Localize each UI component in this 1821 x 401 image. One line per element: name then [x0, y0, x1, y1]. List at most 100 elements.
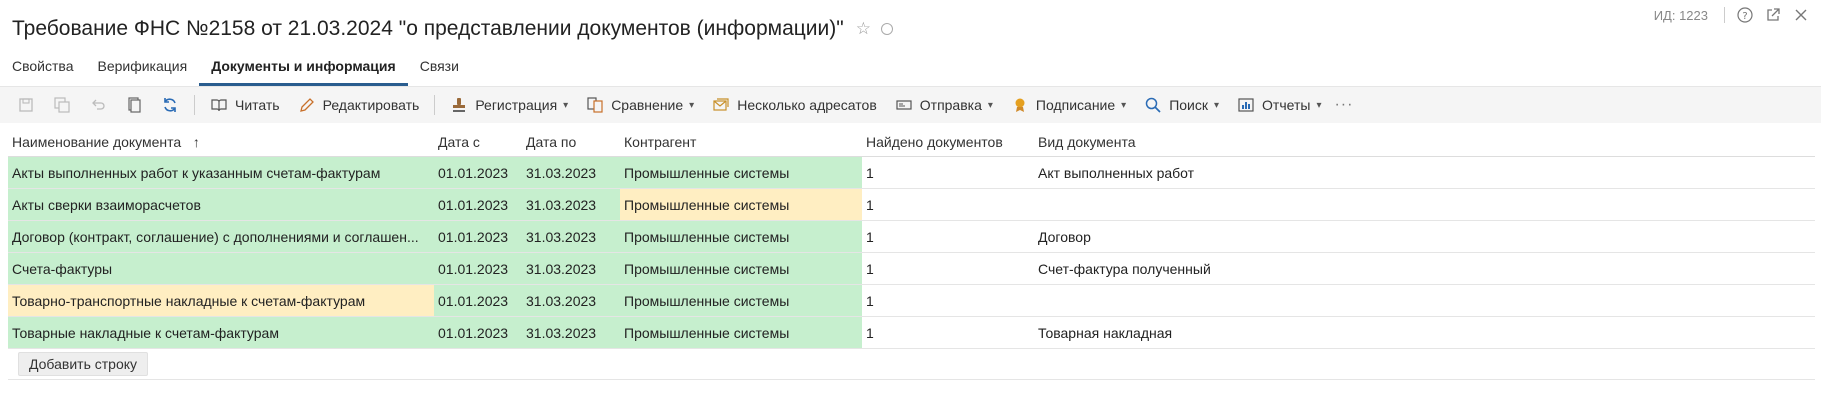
compare-dropdown[interactable]: Сравнение ▾ [577, 90, 703, 120]
cell-date-from[interactable]: 01.01.2023 [434, 253, 522, 284]
chevron-down-icon: ▾ [1316, 99, 1322, 111]
cell-name[interactable]: Товарные накладные к счетам-фактурам [8, 317, 434, 348]
cell-found[interactable]: 1 [862, 157, 1034, 188]
reports-dropdown[interactable]: Отчеты ▾ [1228, 90, 1330, 120]
cell-doc-type[interactable]: Счет-фактура полученный [1034, 253, 1815, 284]
table-row[interactable]: Акты сверки взаиморасчетов 01.01.2023 31… [8, 189, 1815, 221]
column-header-date-to[interactable]: Дата по [522, 134, 620, 150]
cell-name[interactable]: Товарно-транспортные накладные к счетам-… [8, 285, 434, 316]
cell-doc-type[interactable] [1034, 189, 1815, 220]
table-row[interactable]: Счета-фактуры 01.01.2023 31.03.2023 Пром… [8, 253, 1815, 285]
chart-icon [1238, 98, 1254, 112]
toolbar: Читать Редактировать Регистрация ▾ Сравн… [0, 87, 1821, 123]
save-icon[interactable] [8, 90, 44, 120]
multiple-addressees-button[interactable]: Несколько адресатов [703, 90, 886, 120]
tab-documents[interactable]: Документы и информация [199, 56, 408, 86]
cell-date-to[interactable]: 31.03.2023 [522, 285, 620, 316]
tab-links[interactable]: Связи [408, 56, 471, 86]
chevron-down-icon: ▾ [987, 99, 993, 111]
cell-date-from[interactable]: 01.01.2023 [434, 221, 522, 252]
copy-icon[interactable] [116, 90, 152, 120]
cell-date-to[interactable]: 31.03.2023 [522, 157, 620, 188]
cell-date-from[interactable]: 01.01.2023 [434, 317, 522, 348]
compare-label: Сравнение [611, 97, 684, 113]
cell-found[interactable]: 1 [862, 189, 1034, 220]
cell-found[interactable]: 1 [862, 285, 1034, 316]
cell-found[interactable]: 1 [862, 221, 1034, 252]
cell-date-to[interactable]: 31.03.2023 [522, 221, 620, 252]
cell-found[interactable]: 1 [862, 317, 1034, 348]
undo-icon[interactable] [80, 90, 116, 120]
cell-counterparty[interactable]: Промышленные системы [620, 253, 862, 284]
cell-name[interactable]: Акты выполненных работ к указанным счета… [8, 157, 434, 188]
cell-found[interactable]: 1 [862, 253, 1034, 284]
chevron-down-icon: ▾ [563, 99, 569, 111]
cell-date-from[interactable]: 01.01.2023 [434, 157, 522, 188]
cell-counterparty[interactable]: Промышленные системы [620, 157, 862, 188]
cell-name[interactable]: Акты сверки взаиморасчетов [8, 189, 434, 220]
tab-verification[interactable]: Верификация [85, 56, 199, 86]
medal-icon [1015, 98, 1025, 112]
divider [1724, 7, 1725, 23]
send-icon [896, 100, 912, 110]
cell-doc-type[interactable] [1034, 285, 1815, 316]
header-actions: ИД: 1223 ? [1654, 4, 1821, 26]
svg-text:?: ? [1742, 11, 1747, 22]
table-row[interactable]: Товарно-транспортные накладные к счетам-… [8, 285, 1815, 317]
page-title: Требование ФНС №2158 от 21.03.2024 "о пр… [12, 17, 844, 40]
cell-counterparty[interactable]: Промышленные системы [620, 189, 862, 220]
close-icon[interactable] [1793, 7, 1809, 23]
chevron-down-icon: ▾ [1214, 99, 1220, 111]
tab-properties[interactable]: Свойства [0, 56, 85, 86]
read-button[interactable]: Читать [201, 90, 289, 120]
cell-date-to[interactable]: 31.03.2023 [522, 189, 620, 220]
stamp-icon [453, 98, 466, 112]
column-header-name[interactable]: Наименование документа ↑ [8, 134, 434, 150]
cell-date-from[interactable]: 01.01.2023 [434, 285, 522, 316]
refresh-icon[interactable] [152, 90, 188, 120]
search-dropdown[interactable]: Поиск ▾ [1135, 90, 1228, 120]
registration-dropdown[interactable]: Регистрация ▾ [441, 90, 577, 120]
cell-counterparty[interactable]: Промышленные системы [620, 317, 862, 348]
edit-button[interactable]: Редактировать [289, 90, 429, 120]
chevron-down-icon: ▾ [1121, 99, 1127, 111]
sign-label: Подписание [1035, 97, 1116, 113]
table-row[interactable]: Акты выполненных работ к указанным счета… [8, 157, 1815, 189]
cell-name[interactable]: Счета-фактуры [8, 253, 434, 284]
cell-doc-type[interactable]: Договор [1034, 221, 1815, 252]
pencil-icon [299, 98, 314, 112]
star-icon[interactable]: ☆ [856, 19, 871, 39]
cell-name[interactable]: Договор (контракт, соглашение) с дополне… [8, 221, 434, 252]
cell-date-to[interactable]: 31.03.2023 [522, 253, 620, 284]
table-footer-divider [8, 379, 1815, 380]
column-header-found[interactable]: Найдено документов [862, 134, 1034, 150]
title-row: Требование ФНС №2158 от 21.03.2024 "о пр… [12, 14, 893, 44]
cell-date-from[interactable]: 01.01.2023 [434, 189, 522, 220]
column-header-date-from[interactable]: Дата с [434, 134, 522, 150]
table-row[interactable]: Договор (контракт, соглашение) с дополне… [8, 221, 1815, 253]
column-header-counterparty[interactable]: Контрагент [620, 134, 862, 150]
send-dropdown[interactable]: Отправка ▾ [886, 90, 1002, 120]
registration-label: Регистрация [475, 97, 558, 113]
more-icon[interactable]: ··· [1334, 96, 1353, 114]
envelopes-icon [713, 98, 729, 111]
cell-date-to[interactable]: 31.03.2023 [522, 317, 620, 348]
cell-doc-type[interactable]: Акт выполненных работ [1034, 157, 1815, 188]
documents-table: Наименование документа ↑ Дата с Дата по … [8, 127, 1815, 349]
tab-bar: Свойства Верификация Документы и информа… [0, 56, 471, 86]
add-row-button[interactable]: Добавить строку [18, 352, 149, 376]
cell-counterparty[interactable]: Промышленные системы [620, 221, 862, 252]
send-label: Отправка [919, 97, 982, 113]
sign-dropdown[interactable]: Подписание ▾ [1002, 90, 1135, 120]
open-external-icon[interactable] [1765, 7, 1781, 23]
column-header-doc-type[interactable]: Вид документа [1034, 134, 1815, 150]
table-row[interactable]: Товарные накладные к счетам-фактурам 01.… [8, 317, 1815, 349]
cell-counterparty[interactable]: Промышленные системы [620, 285, 862, 316]
book-icon [211, 99, 227, 112]
help-icon[interactable]: ? [1737, 7, 1753, 23]
read-label: Читать [235, 97, 280, 113]
multiple-addressees-label: Несколько адресатов [737, 97, 877, 113]
save-all-icon[interactable] [44, 90, 80, 120]
cell-doc-type[interactable]: Товарная накладная [1034, 317, 1815, 348]
status-circle-icon[interactable] [880, 23, 893, 35]
